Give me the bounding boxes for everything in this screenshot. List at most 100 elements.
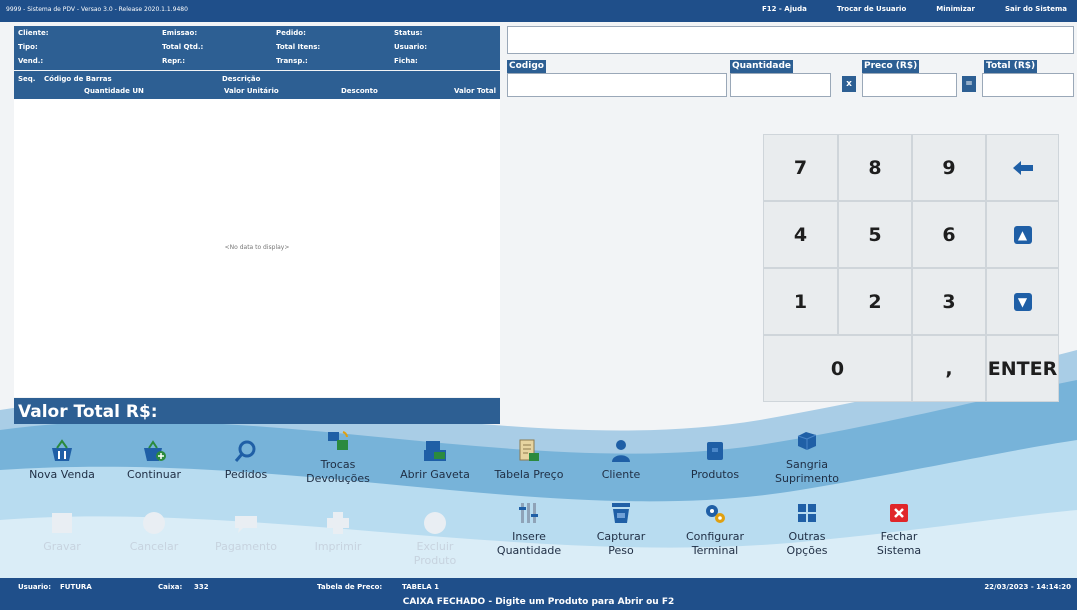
key-6[interactable]: 6 xyxy=(912,201,986,268)
pedido-label: Pedido: xyxy=(276,29,306,37)
arrow-up-icon: ▲ xyxy=(1013,225,1032,244)
items-grid[interactable]: <No data to display> xyxy=(14,99,500,397)
nova-venda-button[interactable]: Nova Venda xyxy=(22,438,102,482)
cliente-label-btn: Cliente xyxy=(601,468,641,481)
key-4[interactable]: 4 xyxy=(763,201,838,268)
configurar-terminal-button[interactable]: Configurar Terminal xyxy=(675,500,755,558)
product-description-field[interactable] xyxy=(507,26,1074,54)
pagamento-button[interactable]: Pagamento xyxy=(206,510,286,554)
down-key[interactable]: ▼ xyxy=(986,268,1059,335)
repr-label: Repr.: xyxy=(162,57,186,65)
gravar-button[interactable]: Gravar xyxy=(22,510,102,554)
col-desconto[interactable]: Desconto xyxy=(341,87,378,95)
excluir-label: Excluir xyxy=(416,540,454,553)
total-input[interactable] xyxy=(982,73,1074,97)
key-7[interactable]: 7 xyxy=(763,134,838,201)
produtos-button[interactable]: Produtos xyxy=(675,438,755,482)
insere-quantidade-button[interactable]: Insere Quantidade xyxy=(489,500,569,558)
insere-label: Insere xyxy=(512,530,546,543)
preco-input[interactable] xyxy=(862,73,957,97)
preco-label: Preco (R$) xyxy=(862,60,920,73)
col-seq[interactable]: Seq. xyxy=(18,75,35,83)
terminal-label: Terminal xyxy=(691,544,739,557)
enter-key[interactable]: ENTER xyxy=(986,335,1059,402)
cliente-button[interactable]: Cliente xyxy=(581,438,661,482)
key-3[interactable]: 3 xyxy=(912,268,986,335)
key-8[interactable]: 8 xyxy=(838,134,912,201)
imprimir-button[interactable]: Imprimir xyxy=(298,510,378,554)
caixa-status-label: Caixa: xyxy=(158,583,183,591)
delete-icon xyxy=(424,512,446,534)
fechar-sistema-button[interactable]: Fechar Sistema xyxy=(859,500,939,558)
key-0[interactable]: 0 xyxy=(763,335,912,402)
col-valor-unitario[interactable]: Valor Unitário xyxy=(224,87,279,95)
key-1[interactable]: 1 xyxy=(763,268,838,335)
exchange-icon xyxy=(328,431,348,450)
transp-label: Transp.: xyxy=(276,57,308,65)
minimize-link[interactable]: Minimizar xyxy=(936,5,975,13)
status-label: Status: xyxy=(394,29,423,37)
help-link[interactable]: F12 - Ajuda xyxy=(762,5,807,13)
abrir-gaveta-button[interactable]: Abrir Gaveta xyxy=(395,438,475,482)
outras-label: Outras xyxy=(788,530,826,543)
key-9[interactable]: 9 xyxy=(912,134,986,201)
total-qtd-label: Total Qtd.: xyxy=(162,43,204,51)
pagamento-label: Pagamento xyxy=(214,540,278,553)
datetime: 22/03/2023 - 14:14:20 xyxy=(984,583,1071,591)
total-itens-label: Total Itens: xyxy=(276,43,321,51)
equals-icon: = xyxy=(962,76,976,92)
basket-plus-icon xyxy=(144,440,166,461)
cube-icon xyxy=(797,432,817,450)
box-icon xyxy=(707,442,723,460)
save-icon xyxy=(52,513,72,533)
exit-link[interactable]: Sair do Sistema xyxy=(1005,5,1067,13)
app-title: 9999 - Sistema de PDV - Versao 3.0 - Rel… xyxy=(6,6,188,13)
suprimento-label: Suprimento xyxy=(774,472,839,485)
sistema-label: Sistema xyxy=(876,544,922,557)
sangria-suprimento-button[interactable]: Sangria Suprimento xyxy=(767,428,847,486)
trocas-devolucoes-button[interactable]: Trocas Devoluções xyxy=(298,428,378,486)
quantidade-label-btn: Quantidade xyxy=(496,544,562,557)
continuar-button[interactable]: Continuar xyxy=(114,438,194,482)
price-table-icon xyxy=(519,439,539,461)
capturar-label: Capturar xyxy=(596,530,646,543)
pedidos-label: Pedidos xyxy=(224,468,268,481)
grid-empty-text: <No data to display> xyxy=(224,244,290,251)
key-comma[interactable]: , xyxy=(912,335,986,402)
up-key[interactable]: ▲ xyxy=(986,201,1059,268)
quantidade-label: Quantidade xyxy=(730,60,793,73)
excluir-produto-button[interactable]: Excluir Produto xyxy=(395,510,475,568)
total-value-label: Valor Total R$: xyxy=(14,398,500,424)
quantidade-input[interactable] xyxy=(730,73,831,97)
devolucoes-label: Devoluções xyxy=(306,472,370,485)
search-icon xyxy=(234,440,256,462)
key-5[interactable]: 5 xyxy=(838,201,912,268)
key-2[interactable]: 2 xyxy=(838,268,912,335)
imprimir-label: Imprimir xyxy=(314,540,362,553)
cancelar-button[interactable]: Cancelar xyxy=(114,510,194,554)
sliders-icon xyxy=(519,503,538,523)
cancelar-label: Cancelar xyxy=(129,540,179,553)
codigo-input[interactable] xyxy=(507,73,727,97)
tabela-preco-label: Tabela Preço xyxy=(494,468,564,481)
status-message: CAIXA FECHADO - Digite um Produto para A… xyxy=(402,597,675,607)
scale-icon xyxy=(612,503,630,523)
col-descricao[interactable]: Descrição xyxy=(222,75,260,83)
capturar-peso-button[interactable]: Capturar Peso xyxy=(581,500,661,558)
sangria-label: Sangria xyxy=(786,458,828,471)
col-valor-total[interactable]: Valor Total xyxy=(454,87,496,95)
pedidos-button[interactable]: Pedidos xyxy=(206,438,286,482)
col-codigo-barras[interactable]: Código de Barras xyxy=(44,75,112,83)
col-quantidade-un[interactable]: Quantidade UN xyxy=(84,87,144,95)
order-info-panel: Cliente: Emissao: Pedido: Status: Tipo: … xyxy=(14,26,500,70)
produto-label: Produto xyxy=(413,554,457,567)
switch-user-link[interactable]: Trocar de Usuario xyxy=(837,5,906,13)
outras-opcoes-button[interactable]: Outras Opções xyxy=(767,500,847,558)
tabela-preco-button[interactable]: Tabela Preço xyxy=(489,438,569,482)
basket-icon xyxy=(52,439,72,461)
emissao-label: Emissao: xyxy=(162,29,198,37)
backspace-key[interactable] xyxy=(986,134,1059,201)
title-bar: 9999 - Sistema de PDV - Versao 3.0 - Rel… xyxy=(0,0,1077,22)
fechar-label: Fechar xyxy=(880,530,918,543)
ficha-label: Ficha: xyxy=(394,57,418,65)
